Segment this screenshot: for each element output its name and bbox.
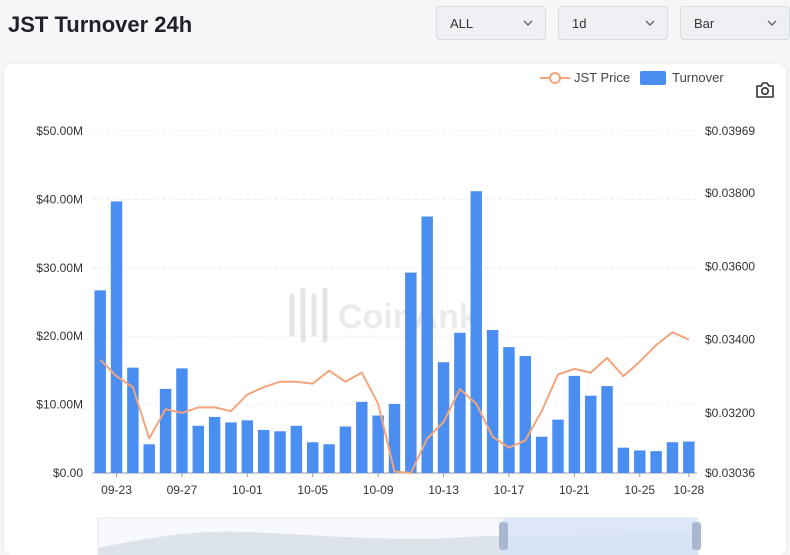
right-axis-tick-label: $0.03600 bbox=[705, 259, 755, 273]
turnover-bar[interactable] bbox=[486, 330, 499, 473]
turnover-chart: CoinAnk $0.00 $10.00M $20.00M $30.00M $40.00… bbox=[36, 124, 755, 555]
right-axis-tick-label: $0.03200 bbox=[705, 406, 755, 420]
right-axis-tick-label: $0.03969 bbox=[705, 124, 755, 138]
left-axis-tick-label: $20.00M bbox=[36, 329, 83, 343]
x-axis-tick-label: 10-01 bbox=[232, 483, 263, 497]
turnover-bar[interactable] bbox=[584, 395, 597, 473]
zoom-selection[interactable] bbox=[503, 518, 697, 555]
turnover-bar[interactable] bbox=[666, 442, 679, 473]
turnover-bar[interactable] bbox=[339, 426, 352, 473]
x-axis-tick-label: 10-25 bbox=[624, 483, 655, 497]
x-axis-tick-label: 10-13 bbox=[428, 483, 459, 497]
turnover-bar[interactable] bbox=[437, 362, 450, 473]
turnover-bar[interactable] bbox=[159, 388, 172, 473]
left-axis-tick-label: $10.00M bbox=[36, 398, 83, 412]
left-axis-tick-label: $40.00M bbox=[36, 192, 83, 206]
x-axis: 09-23 09-27 10-01 10-05 10-09 10-13 10-17 10-21… bbox=[101, 473, 704, 497]
turnover-bar[interactable] bbox=[208, 416, 221, 473]
x-axis-tick-label: 09-23 bbox=[101, 483, 132, 497]
turnover-bar[interactable] bbox=[519, 356, 532, 473]
turnover-bar[interactable] bbox=[110, 201, 123, 473]
turnover-bar[interactable] bbox=[683, 441, 695, 473]
left-axis-tick-label: $50.00M bbox=[36, 124, 83, 138]
turnover-bar[interactable] bbox=[257, 429, 270, 473]
x-axis-tick-label: 10-05 bbox=[297, 483, 328, 497]
data-zoom-slider[interactable] bbox=[97, 517, 701, 555]
left-axis-tick-label: $0.00 bbox=[53, 466, 83, 480]
turnover-bar[interactable] bbox=[192, 425, 205, 473]
x-axis-tick-label: 10-09 bbox=[363, 483, 394, 497]
turnover-bar[interactable] bbox=[323, 444, 335, 473]
turnover-bar[interactable] bbox=[388, 403, 401, 473]
turnover-bar[interactable] bbox=[650, 451, 662, 473]
x-axis-tick-label: 09-27 bbox=[167, 483, 198, 497]
turnover-bar[interactable] bbox=[94, 290, 106, 473]
x-axis-tick-label: 10-28 bbox=[673, 483, 704, 497]
turnover-bar[interactable] bbox=[617, 447, 630, 473]
turnover-bar[interactable] bbox=[274, 431, 286, 473]
x-axis-tick-label: 10-17 bbox=[494, 483, 525, 497]
zoom-handle-left[interactable] bbox=[499, 522, 508, 550]
turnover-bar[interactable] bbox=[535, 436, 548, 473]
turnover-bar[interactable] bbox=[405, 272, 417, 473]
turnover-bar[interactable] bbox=[143, 444, 155, 473]
turnover-bar[interactable] bbox=[503, 347, 515, 473]
turnover-bar[interactable] bbox=[356, 401, 368, 473]
x-axis-tick-label: 10-21 bbox=[559, 483, 590, 497]
turnover-bar[interactable] bbox=[176, 368, 188, 473]
left-y-axis: $0.00 $10.00M $20.00M $30.00M $40.00M $50.00M bbox=[36, 124, 83, 480]
right-y-axis: $0.03036 $0.03200 $0.03400 $0.03600 $0.03800… bbox=[705, 124, 755, 480]
zoom-handle-right[interactable] bbox=[692, 522, 701, 550]
right-axis-tick-label: $0.03800 bbox=[705, 186, 755, 200]
coinank-watermark: CoinAnk bbox=[289, 287, 478, 343]
right-axis-tick-label: $0.03036 bbox=[705, 466, 755, 480]
turnover-bar[interactable] bbox=[454, 332, 466, 473]
turnover-bar[interactable] bbox=[241, 420, 254, 473]
turnover-bar[interactable] bbox=[634, 450, 646, 473]
turnover-bar[interactable] bbox=[568, 375, 581, 473]
turnover-bar[interactable] bbox=[290, 425, 303, 473]
turnover-bar[interactable] bbox=[552, 419, 564, 473]
right-axis-tick-label: $0.03400 bbox=[705, 333, 755, 347]
turnover-bar[interactable] bbox=[307, 442, 319, 473]
turnover-bar[interactable] bbox=[470, 191, 482, 473]
turnover-bar[interactable] bbox=[601, 386, 613, 473]
left-axis-tick-label: $30.00M bbox=[36, 261, 83, 275]
turnover-bar[interactable] bbox=[225, 422, 237, 473]
